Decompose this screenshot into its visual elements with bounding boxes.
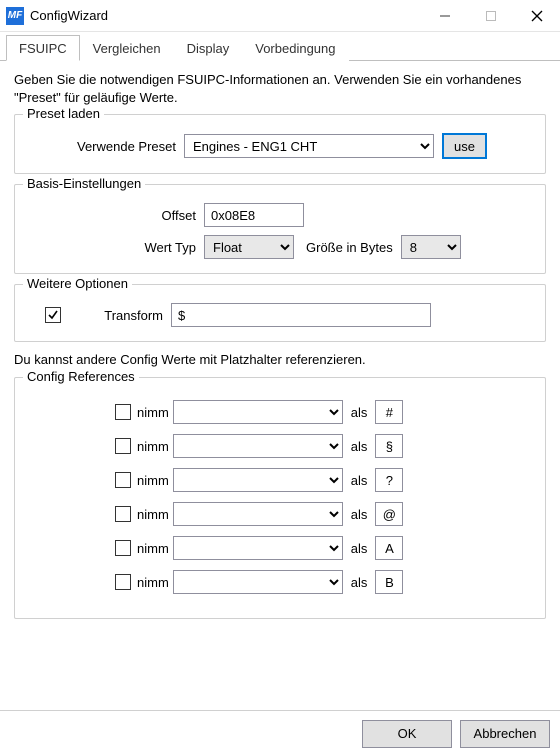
group-basis: Basis-Einstellungen Offset Wert Typ Floa…	[14, 184, 546, 274]
type-label: Wert Typ	[29, 240, 204, 255]
ref-checkbox[interactable]	[115, 540, 131, 556]
ref-select[interactable]	[173, 400, 343, 424]
tab-fsuipc[interactable]: FSUIPC	[6, 35, 80, 61]
ref-row: nimm als	[29, 502, 531, 526]
intro-text: Geben Sie die notwendigen FSUIPC-Informa…	[14, 71, 546, 106]
app-icon: MF	[6, 7, 24, 25]
group-options: Weitere Optionen Transform	[14, 284, 546, 342]
size-label: Größe in Bytes	[306, 240, 393, 255]
tab-vergleichen[interactable]: Vergleichen	[80, 35, 174, 61]
type-select[interactable]: Float	[204, 235, 294, 259]
as-label: als	[351, 405, 368, 420]
ref-row: nimm als	[29, 400, 531, 424]
ref-symbol[interactable]	[375, 570, 403, 594]
ref-symbol[interactable]	[375, 468, 403, 492]
tab-vorbedingung[interactable]: Vorbedingung	[242, 35, 348, 61]
take-label: nimm	[137, 405, 169, 420]
offset-label: Offset	[29, 208, 204, 223]
tab-bar: FSUIPC Vergleichen Display Vorbedingung	[0, 34, 560, 61]
group-preset-title: Preset laden	[23, 106, 104, 121]
take-label: nimm	[137, 439, 169, 454]
group-basis-title: Basis-Einstellungen	[23, 176, 145, 191]
ref-select[interactable]	[173, 434, 343, 458]
ref-checkbox[interactable]	[115, 574, 131, 590]
use-button[interactable]: use	[442, 133, 487, 159]
offset-input[interactable]	[204, 203, 304, 227]
ref-select[interactable]	[173, 570, 343, 594]
transform-input[interactable]	[171, 303, 431, 327]
close-button[interactable]	[514, 0, 560, 31]
ref-symbol[interactable]	[375, 502, 403, 526]
dialog-footer: OK Abbrechen	[0, 710, 560, 756]
take-label: nimm	[137, 575, 169, 590]
title-bar: MF ConfigWizard	[0, 0, 560, 32]
ref-row: nimm als	[29, 570, 531, 594]
ref-row: nimm als	[29, 536, 531, 560]
ref-select[interactable]	[173, 502, 343, 526]
ref-note: Du kannst andere Config Werte mit Platzh…	[14, 352, 546, 367]
group-options-title: Weitere Optionen	[23, 276, 132, 291]
minimize-button[interactable]	[422, 0, 468, 31]
take-label: nimm	[137, 541, 169, 556]
take-label: nimm	[137, 507, 169, 522]
transform-checkbox[interactable]	[45, 307, 61, 323]
as-label: als	[351, 575, 368, 590]
window-title: ConfigWizard	[30, 8, 422, 23]
ref-row: nimm als	[29, 468, 531, 492]
cancel-button[interactable]: Abbrechen	[460, 720, 550, 748]
ref-symbol[interactable]	[375, 400, 403, 424]
take-label: nimm	[137, 473, 169, 488]
as-label: als	[351, 507, 368, 522]
ok-button[interactable]: OK	[362, 720, 452, 748]
ref-checkbox[interactable]	[115, 506, 131, 522]
ref-checkbox[interactable]	[115, 472, 131, 488]
window-controls	[422, 0, 560, 31]
as-label: als	[351, 439, 368, 454]
group-refs-title: Config References	[23, 369, 139, 384]
group-preset: Preset laden Verwende Preset Engines - E…	[14, 114, 546, 174]
ref-row: nimm als	[29, 434, 531, 458]
size-select[interactable]: 8	[401, 235, 461, 259]
maximize-button[interactable]	[468, 0, 514, 31]
ref-select[interactable]	[173, 536, 343, 560]
as-label: als	[351, 541, 368, 556]
ref-symbol[interactable]	[375, 536, 403, 560]
ref-select[interactable]	[173, 468, 343, 492]
preset-select[interactable]: Engines - ENG1 CHT	[184, 134, 434, 158]
tab-display[interactable]: Display	[174, 35, 243, 61]
ref-symbol[interactable]	[375, 434, 403, 458]
ref-checkbox[interactable]	[115, 438, 131, 454]
preset-label: Verwende Preset	[29, 139, 184, 154]
ref-checkbox[interactable]	[115, 404, 131, 420]
tab-content: Geben Sie die notwendigen FSUIPC-Informa…	[0, 61, 560, 639]
as-label: als	[351, 473, 368, 488]
transform-label: Transform	[61, 308, 171, 323]
group-refs: Config References nimm als nimm als nimm	[14, 377, 546, 619]
